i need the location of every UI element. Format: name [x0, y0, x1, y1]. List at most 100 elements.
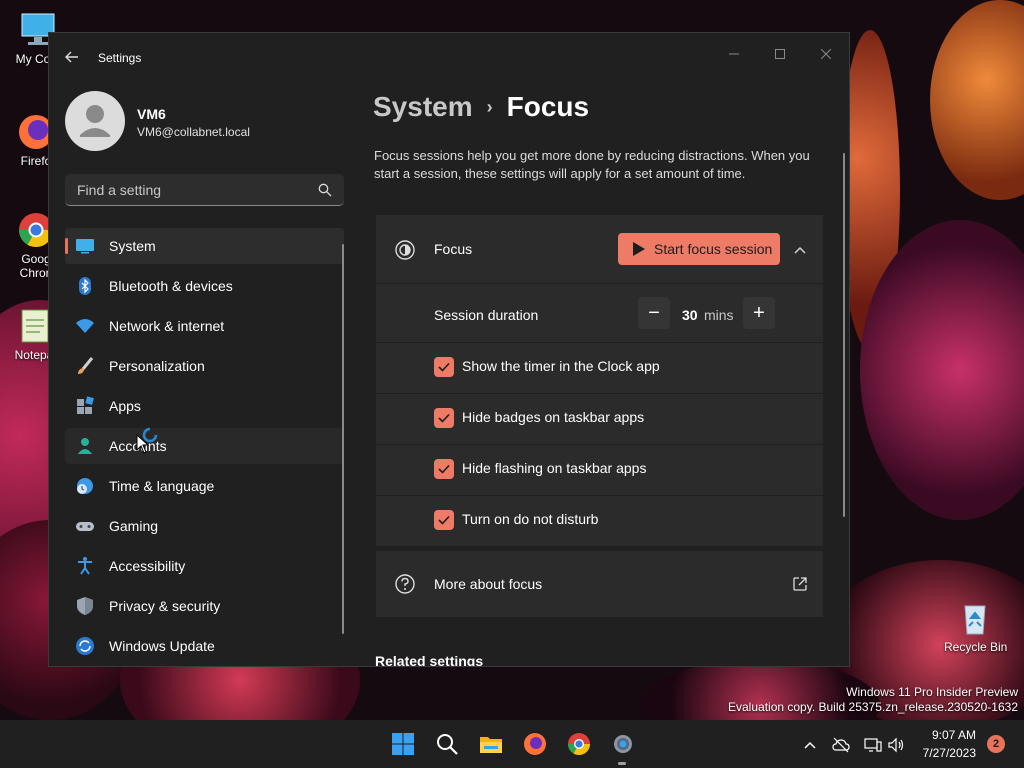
duration-value: 30	[682, 307, 698, 323]
profile-email: VM6@collabnet.local	[137, 125, 250, 139]
wifi-icon	[75, 316, 95, 336]
sidebar-item-windows-update[interactable]: Windows Update	[65, 628, 344, 664]
title-bar[interactable]: Settings	[49, 33, 849, 81]
gamepad-icon	[75, 516, 95, 536]
sidebar-item-label: Privacy & security	[109, 598, 221, 614]
notification-badge[interactable]: 2	[987, 735, 1005, 753]
watermark-line1: Windows 11 Pro Insider Preview	[846, 685, 1018, 699]
search-icon[interactable]	[435, 732, 459, 756]
sidebar-item-apps[interactable]: Apps	[65, 388, 344, 424]
sidebar-item-personalization[interactable]: Personalization	[65, 348, 344, 384]
maximize-icon	[775, 49, 785, 59]
breadcrumb: System › Focus	[373, 91, 589, 123]
focus-header-row[interactable]: Focus Start focus session	[376, 215, 823, 283]
taskbar: 9:07 AM 7/27/2023 2	[0, 720, 1024, 768]
brush-icon	[75, 356, 95, 376]
hide-badges-checkbox[interactable]	[434, 408, 454, 428]
maximize-button[interactable]	[757, 39, 803, 69]
minus-icon: −	[648, 301, 660, 324]
sidebar-item-system[interactable]: System	[65, 228, 344, 264]
option-label: Hide flashing on taskbar apps	[462, 460, 647, 476]
breadcrumb-separator: ›	[486, 96, 493, 117]
option-row[interactable]: Hide badges on taskbar apps	[376, 394, 823, 444]
page-description: Focus sessions help you get more done by…	[374, 148, 810, 181]
minimize-button[interactable]	[711, 39, 757, 69]
checkmark-icon	[438, 515, 450, 525]
minimize-icon	[729, 53, 739, 55]
sidebar-scrollbar[interactable]	[342, 244, 344, 634]
checkmark-icon	[438, 464, 450, 474]
selection-indicator	[65, 238, 68, 254]
chrome-icon[interactable]	[567, 732, 591, 756]
session-duration-row: Session duration − 30 mins +	[376, 284, 823, 342]
firefox-icon[interactable]	[523, 732, 547, 756]
external-link-icon	[793, 577, 807, 591]
focus-card: Focus Start focus session Session durati…	[376, 215, 823, 546]
shield-icon	[75, 596, 95, 616]
sidebar-item-label: System	[109, 238, 156, 254]
focus-icon	[395, 240, 415, 260]
sidebar-item-label: Accessibility	[109, 558, 186, 574]
chevron-up-icon[interactable]	[790, 240, 810, 260]
os-watermark: Windows 11 Pro Insider Preview Evaluatio…	[728, 685, 1018, 715]
hide-flashing-checkbox[interactable]	[434, 459, 454, 479]
option-label: Turn on do not disturb	[462, 511, 599, 527]
duration-increase-button[interactable]: +	[743, 297, 775, 329]
content-scrollbar[interactable]	[843, 153, 845, 517]
close-icon	[821, 49, 831, 59]
sidebar-item-label: Network & internet	[109, 318, 225, 334]
start-focus-session-button[interactable]: Start focus session	[618, 233, 780, 265]
page-title: Focus	[506, 91, 590, 122]
accessibility-icon	[75, 556, 95, 576]
sidebar-item-accessibility[interactable]: Accessibility	[65, 548, 344, 584]
profile-name: VM6	[137, 106, 166, 122]
recycle-bin-icon	[955, 598, 995, 638]
bluetooth-icon	[75, 276, 95, 296]
do-not-disturb-checkbox[interactable]	[434, 510, 454, 530]
sidebar-item-label: Bluetooth & devices	[109, 278, 233, 294]
search-input[interactable]	[75, 181, 309, 199]
sidebar-item-bluetooth[interactable]: Bluetooth & devices	[65, 268, 344, 304]
duration-decrease-button[interactable]: −	[638, 297, 670, 329]
option-row[interactable]: Hide flashing on taskbar apps	[376, 445, 823, 495]
close-button[interactable]	[803, 39, 849, 69]
start-windows-icon[interactable]	[391, 732, 415, 756]
file-explorer-icon[interactable]	[479, 732, 503, 756]
sidebar-item-label: Time & language	[109, 478, 215, 494]
network-icon[interactable]	[864, 736, 882, 754]
option-row[interactable]: Show the timer in the Clock app	[376, 343, 823, 393]
avatar[interactable]	[65, 91, 125, 151]
plus-icon: +	[753, 301, 765, 324]
back-button[interactable]	[59, 45, 85, 69]
show-timer-checkbox[interactable]	[434, 357, 454, 377]
user-avatar-icon	[80, 105, 110, 137]
option-row[interactable]: Turn on do not disturb	[376, 496, 823, 546]
sidebar-item-time-language[interactable]: Time & language	[65, 468, 344, 504]
sidebar-item-gaming[interactable]: Gaming	[65, 508, 344, 544]
volume-icon[interactable]	[887, 736, 905, 754]
desktop-icon-recycle-bin[interactable]: Recycle Bin	[944, 598, 1008, 654]
active-app-indicator	[618, 762, 626, 765]
person-icon	[75, 436, 95, 456]
search-box[interactable]	[65, 174, 344, 206]
sidebar-item-network[interactable]: Network & internet	[65, 308, 344, 344]
more-about-focus-link[interactable]: More about focus	[376, 551, 823, 617]
desktop-icon-label: Recycle Bin	[944, 640, 1008, 654]
chevron-up-icon[interactable]	[801, 736, 819, 754]
cloud-offline-icon[interactable]	[832, 736, 850, 754]
sidebar-item-accounts[interactable]: Accounts	[65, 428, 344, 464]
settings-gear-icon[interactable]	[611, 732, 635, 756]
clock-time[interactable]: 9:07 AM	[932, 728, 976, 742]
sidebar-item-label: Personalization	[109, 358, 205, 374]
breadcrumb-parent[interactable]: System	[373, 91, 473, 123]
search-icon[interactable]	[318, 183, 332, 197]
mouse-cursor-icon	[136, 434, 150, 454]
clock-date[interactable]: 7/27/2023	[923, 746, 976, 760]
sidebar-item-label: Windows Update	[109, 638, 215, 654]
help-icon	[395, 574, 415, 594]
checkmark-icon	[438, 362, 450, 372]
sidebar-nav: System Bluetooth & devices Network & int…	[65, 228, 344, 666]
settings-window: Settings VM6 VM6@collabnet.local System …	[48, 32, 850, 667]
duration-unit: mins	[704, 307, 734, 323]
sidebar-item-privacy[interactable]: Privacy & security	[65, 588, 344, 624]
